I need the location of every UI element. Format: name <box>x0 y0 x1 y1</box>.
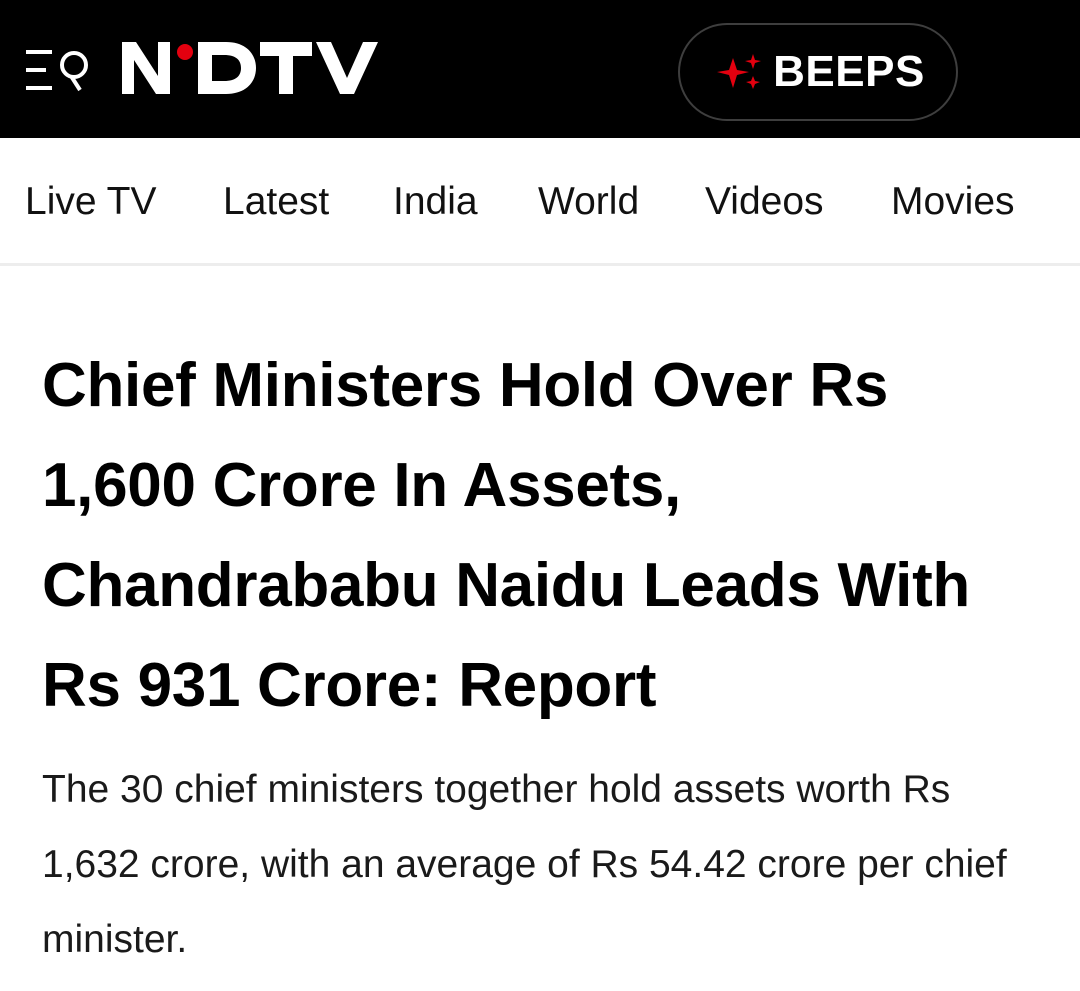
nav-item-latest[interactable]: Latest <box>223 180 329 224</box>
ndtv-logo[interactable] <box>122 40 380 96</box>
section-nav: Live TV Latest India World Videos Movies <box>0 138 1080 266</box>
nav-item-world[interactable]: World <box>538 180 639 224</box>
nav-item-movies[interactable]: Movies <box>891 180 1015 224</box>
top-header: BEEPS <box>0 0 1080 138</box>
beeps-button[interactable]: BEEPS <box>678 23 958 121</box>
sparkle-icon <box>711 50 765 94</box>
beeps-label: BEEPS <box>773 47 925 96</box>
nav-item-videos[interactable]: Videos <box>705 180 824 224</box>
article-summary: The 30 chief ministers together hold ass… <box>42 768 1007 961</box>
nav-item-india[interactable]: India <box>393 180 478 224</box>
nav-item-live-tv[interactable]: Live TV <box>25 180 157 224</box>
article-headline[interactable]: Chief Ministers Hold Over Rs 1,600 Crore… <box>42 336 1052 736</box>
menu-search-icon[interactable] <box>26 48 92 92</box>
